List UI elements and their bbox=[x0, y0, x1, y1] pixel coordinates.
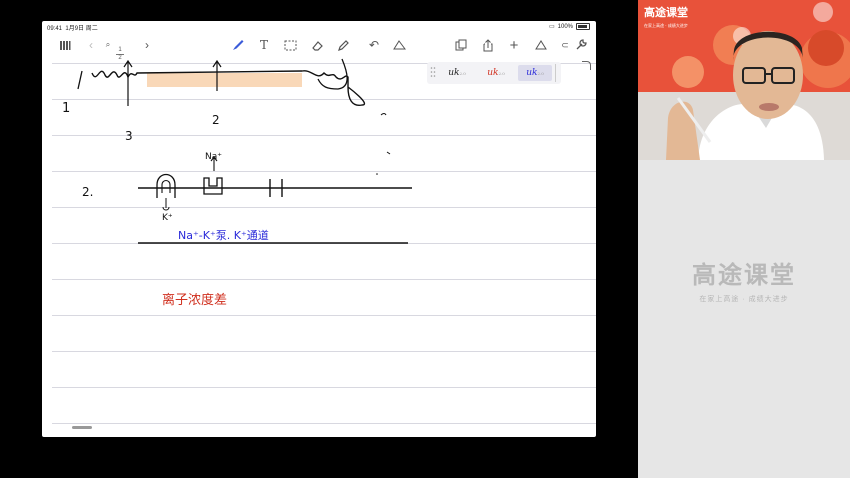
camera-video-image: 高途课堂 在家上高途 · 成绩大进步 bbox=[638, 0, 850, 160]
label-3: 3 bbox=[125, 129, 133, 143]
teacher-panel: 高途课堂 在家上高途 · 成绩大进步 高途课堂 在家上高途 · 成绩大进步 bbox=[638, 0, 850, 478]
teacher-camera-feed: 高途课堂 在家上高途 · 成绩大进步 bbox=[638, 0, 850, 160]
pen-preset-black[interactable]: uk 2.0 bbox=[440, 65, 474, 81]
ion-gradient-note: 离子浓度差 bbox=[162, 293, 228, 308]
notebook-page[interactable]: 1 2 3 Na⁺ 2. K⁺ Na⁺-K⁺泵. K⁺通道 离子浓度差 bbox=[42, 57, 596, 437]
pen-preset-red-size: 2.0 bbox=[498, 70, 505, 76]
pens-divider bbox=[555, 64, 560, 82]
brand-watermark: 高途课堂 在家上高途 · 成绩大进步 bbox=[638, 255, 850, 304]
favorite-pens-bar: uk 2.0 uk 2.0 uk 2.0 bbox=[427, 62, 561, 84]
na-ion-label: Na⁺ bbox=[205, 152, 222, 162]
pen-preset-black-size: 2.0 bbox=[459, 70, 466, 76]
scroll-handle[interactable] bbox=[72, 426, 92, 429]
pens-grip-icon[interactable] bbox=[430, 66, 436, 80]
pen-preset-blue-sample: uk bbox=[526, 68, 538, 78]
corner-fold-icon[interactable] bbox=[582, 61, 591, 70]
brand-name: 高途课堂 bbox=[692, 262, 796, 289]
pen-preset-red[interactable]: uk 2.0 bbox=[479, 65, 513, 81]
brand-slogan: 在家上高途 · 成绩大进步 bbox=[699, 296, 789, 303]
k-ion-label: K⁺ bbox=[162, 213, 173, 223]
ipad-screen: 09:41 1月9日 周二 ▭ 100% ‹ ⌕ 1 2 › T ↶ + ⊂ 1… bbox=[42, 21, 596, 437]
camera-brand-slogan: 在家上高途 · 成绩大进步 bbox=[644, 22, 688, 28]
item-2-label: 2. bbox=[82, 185, 94, 199]
pen-preset-black-sample: uk bbox=[448, 68, 460, 78]
camera-brand-name: 高途课堂 bbox=[644, 5, 688, 19]
pen-preset-red-sample: uk bbox=[487, 68, 499, 78]
pump-channel-note: Na⁺-K⁺泵. K⁺通道 bbox=[178, 229, 269, 242]
number-1-label: 1 bbox=[62, 101, 71, 116]
pen-preset-blue-size: 2.0 bbox=[537, 70, 544, 76]
label-2: 2 bbox=[212, 113, 220, 127]
pen-preset-blue[interactable]: uk 2.0 bbox=[518, 65, 552, 81]
